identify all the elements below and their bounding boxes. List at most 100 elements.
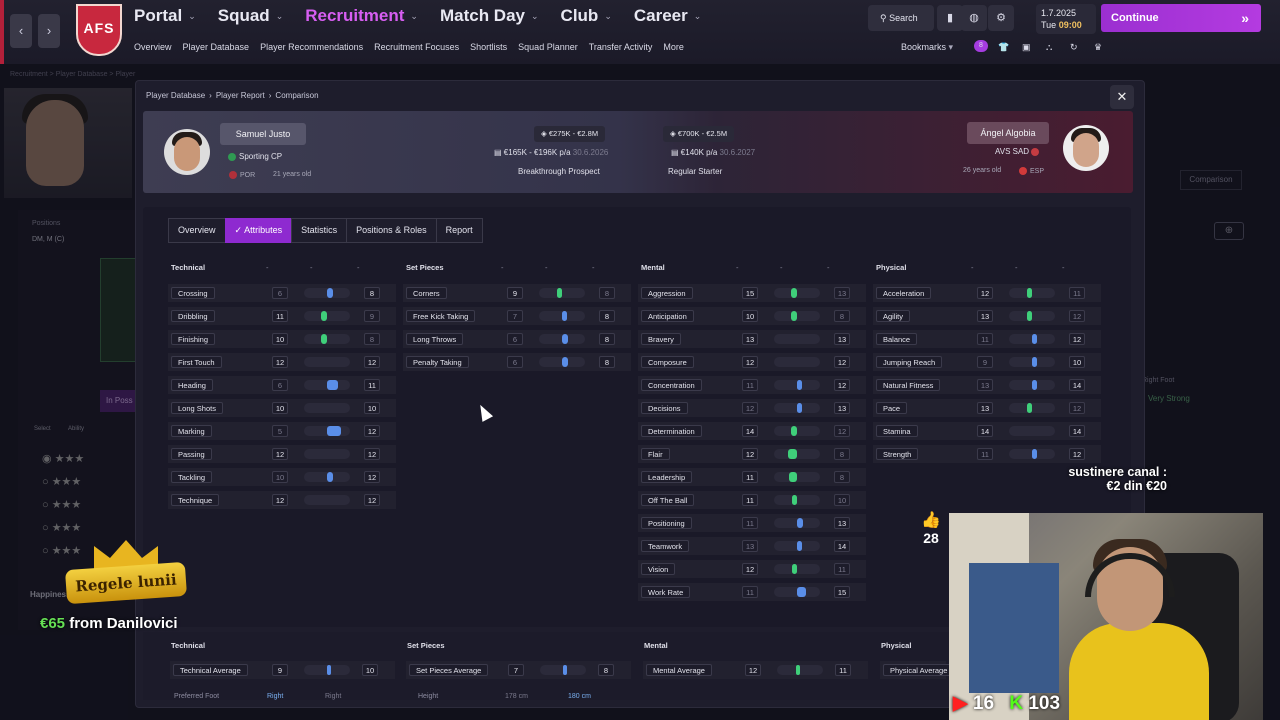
- comparison-fill: [1032, 334, 1037, 344]
- attribute-row[interactable]: Natural Fitness 13 14: [873, 376, 1101, 394]
- attribute-row[interactable]: Flair 12 8: [638, 445, 866, 463]
- attribute-row[interactable]: Free Kick Taking 7 8: [403, 307, 631, 325]
- tactics-icon[interactable]: ⛬: [1046, 42, 1052, 53]
- comparison-fill: [327, 380, 338, 390]
- tab-overview[interactable]: Overview: [168, 218, 226, 243]
- summary-right-value: 11: [835, 664, 851, 676]
- right-player-avatar[interactable]: [1063, 125, 1109, 171]
- attribute-name: Work Rate: [641, 586, 691, 598]
- attribute-row[interactable]: Bravery 13 13: [638, 330, 866, 348]
- tab-attributes[interactable]: ✓ Attributes: [224, 218, 293, 243]
- attribute-name: Anticipation: [641, 310, 694, 322]
- game-date[interactable]: 1.7.2025 Tue 09:00: [1036, 4, 1096, 34]
- right-player-club[interactable]: AVS SAD: [995, 147, 1042, 156]
- shirt-icon[interactable]: 👕: [998, 42, 1009, 53]
- sub-nav-shortlists[interactable]: Shortlists: [470, 42, 507, 52]
- attribute-row[interactable]: Marking 5 12: [168, 422, 396, 440]
- main-nav-label: Club: [560, 6, 599, 25]
- sub-nav-squad-planner[interactable]: Squad Planner: [518, 42, 578, 52]
- left-player-club[interactable]: Sporting CP: [228, 152, 282, 161]
- tab-statistics[interactable]: Statistics: [291, 218, 348, 243]
- summary-row: Technical Average 9 10: [170, 661, 395, 679]
- attribute-row[interactable]: Decisions 12 13: [638, 399, 866, 417]
- attribute-row[interactable]: Leadership 11 8: [638, 468, 866, 486]
- gear-icon[interactable]: ⚙: [988, 5, 1014, 31]
- sub-nav-more[interactable]: More: [663, 42, 684, 52]
- attribute-row[interactable]: Tackling 10 12: [168, 468, 396, 486]
- attribute-row[interactable]: Vision 12 11: [638, 560, 866, 578]
- comparison-fill: [562, 334, 569, 344]
- attribute-row[interactable]: Penalty Taking 6 8: [403, 353, 631, 371]
- clipboard-icon[interactable]: ▣: [1022, 42, 1031, 53]
- attribute-name: Technique: [171, 494, 220, 506]
- attribute-row[interactable]: Concentration 11 12: [638, 376, 866, 394]
- bookmarks-dropdown[interactable]: Bookmarks ▾: [901, 42, 953, 53]
- main-nav-squad[interactable]: Squad ⌄: [218, 6, 284, 26]
- close-button[interactable]: ✕: [1110, 85, 1134, 109]
- attribute-row[interactable]: Crossing 6 8: [168, 284, 396, 302]
- attribute-row[interactable]: Strength 11 12: [873, 445, 1101, 463]
- attribute-row[interactable]: Balance 11 12: [873, 330, 1101, 348]
- left-player-avatar[interactable]: [164, 129, 210, 175]
- attribute-row[interactable]: Finishing 10 8: [168, 330, 396, 348]
- youtube-icon: ▶: [953, 693, 968, 714]
- sub-nav-recruitment-focuses[interactable]: Recruitment Focuses: [374, 42, 459, 52]
- breadcrumb-player-database[interactable]: Player Database: [146, 91, 205, 100]
- sub-nav-player-database[interactable]: Player Database: [183, 42, 250, 52]
- attribute-row[interactable]: Jumping Reach 9 10: [873, 353, 1101, 371]
- attribute-row[interactable]: Determination 14 12: [638, 422, 866, 440]
- comparison-bar: [1009, 426, 1055, 436]
- attribute-row[interactable]: Passing 12 12: [168, 445, 396, 463]
- attribute-row[interactable]: Teamwork 13 14: [638, 537, 866, 555]
- search-button[interactable]: ⚲ Search: [868, 5, 934, 31]
- main-nav-recruitment[interactable]: Recruitment ⌄: [305, 6, 418, 26]
- attribute-row[interactable]: First Touch 12 12: [168, 353, 396, 371]
- right-wage: ▤ €140K p/a 30.6.2027: [671, 148, 755, 157]
- attribute-row[interactable]: Positioning 11 13: [638, 514, 866, 532]
- breadcrumb-player-report[interactable]: Player Report: [216, 91, 265, 100]
- left-player-name[interactable]: Samuel Justo: [220, 123, 306, 145]
- main-nav-career[interactable]: Career ⌄: [634, 6, 701, 26]
- left-value: 13: [977, 310, 993, 322]
- right-player-name[interactable]: Ángel Algobia: [967, 122, 1049, 144]
- sub-nav-player-recommendations[interactable]: Player Recommendations: [260, 42, 363, 52]
- trophy-icon[interactable]: ♛: [1094, 42, 1102, 53]
- tab-report[interactable]: Report: [435, 218, 483, 243]
- right-value: 13: [834, 333, 850, 345]
- tab-positions-roles[interactable]: Positions & Roles: [346, 218, 437, 243]
- bookmark-icon[interactable]: ▮: [937, 5, 963, 31]
- sub-nav-transfer-activity[interactable]: Transfer Activity: [589, 42, 653, 52]
- attribute-row[interactable]: Anticipation 10 8: [638, 307, 866, 325]
- right-value: 12: [364, 471, 380, 483]
- attribute-row[interactable]: Dribbling 11 9: [168, 307, 396, 325]
- search-icon: ⚲: [880, 13, 887, 23]
- main-nav-club[interactable]: Club ⌄: [561, 6, 612, 26]
- attribute-name: Determination: [641, 425, 702, 437]
- attribute-row[interactable]: Aggression 15 13: [638, 284, 866, 302]
- continue-button[interactable]: Continue »: [1101, 4, 1261, 32]
- attribute-row[interactable]: Long Shots 10 10: [168, 399, 396, 417]
- notification-badge[interactable]: 8: [974, 40, 988, 52]
- attribute-name: Heading: [171, 379, 213, 391]
- attribute-row[interactable]: Pace 13 12: [873, 399, 1101, 417]
- back-arrow-icon[interactable]: ‹: [10, 14, 32, 48]
- attribute-row[interactable]: Composure 12 12: [638, 353, 866, 371]
- globe-icon[interactable]: ◍: [961, 5, 987, 31]
- attribute-row[interactable]: Off The Ball 11 10: [638, 491, 866, 509]
- attribute-row[interactable]: Acceleration 12 11: [873, 284, 1101, 302]
- attribute-row[interactable]: Agility 13 12: [873, 307, 1101, 325]
- attribute-row[interactable]: Work Rate 11 15: [638, 583, 866, 601]
- attribute-row[interactable]: Technique 12 12: [168, 491, 396, 509]
- main-nav-match-day[interactable]: Match Day ⌄: [440, 6, 539, 26]
- attribute-row[interactable]: Long Throws 6 8: [403, 330, 631, 348]
- refresh-icon[interactable]: ↻: [1070, 42, 1078, 53]
- main-nav-portal[interactable]: Portal ⌄: [134, 6, 196, 26]
- attribute-row[interactable]: Corners 9 8: [403, 284, 631, 302]
- summary-label: Physical Average: [883, 664, 955, 676]
- comparison-bar: [539, 357, 585, 367]
- attribute-row[interactable]: Stamina 14 14: [873, 422, 1101, 440]
- sub-nav-overview[interactable]: Overview: [134, 42, 172, 52]
- forward-arrow-icon[interactable]: ›: [38, 14, 60, 48]
- club-logo[interactable]: AFS: [76, 4, 122, 56]
- attribute-row[interactable]: Heading 6 11: [168, 376, 396, 394]
